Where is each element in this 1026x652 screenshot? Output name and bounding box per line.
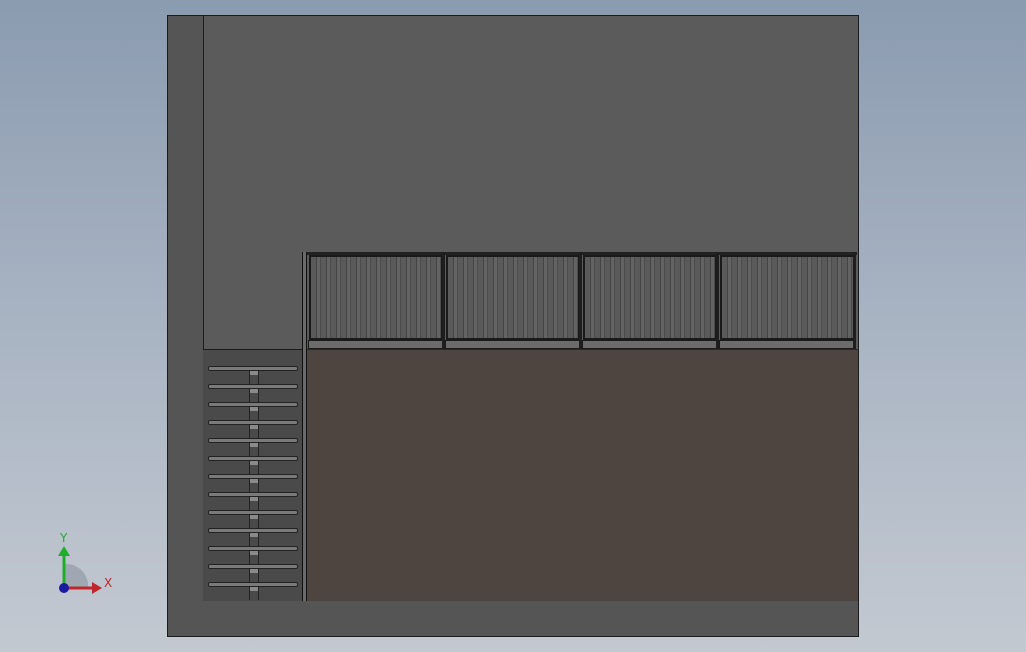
railing-post xyxy=(442,252,445,349)
left-column xyxy=(167,15,204,637)
stair-tread xyxy=(208,492,298,497)
stair-tread xyxy=(208,366,298,371)
stair-tread xyxy=(208,420,298,425)
railing-panel xyxy=(446,255,580,340)
railing-post xyxy=(853,252,856,349)
stair-tread xyxy=(208,564,298,569)
railing-post xyxy=(579,252,582,349)
stair-tread xyxy=(208,510,298,515)
railing-kickplate xyxy=(582,340,718,349)
railing-panel xyxy=(583,255,717,340)
mezzanine-floor xyxy=(307,349,859,601)
y-axis-label: Y xyxy=(60,531,68,545)
stair-tread xyxy=(208,384,298,389)
stair-tread xyxy=(208,456,298,461)
railing-kickplate xyxy=(445,340,581,349)
stair-tread xyxy=(208,438,298,443)
stair-tread xyxy=(208,546,298,551)
railing-post xyxy=(716,252,719,349)
stair-tread xyxy=(208,582,298,587)
bottom-slab xyxy=(203,600,859,637)
railing-kickplate xyxy=(308,340,444,349)
coordinate-triad-icon[interactable]: Y X xyxy=(40,530,120,600)
railing-panel xyxy=(720,255,855,340)
x-axis-label: X xyxy=(104,576,113,590)
graphics-viewport[interactable]: Y X xyxy=(0,0,1026,652)
stair-tread xyxy=(208,402,298,407)
stair-tread xyxy=(208,474,298,479)
railing-kickplate xyxy=(719,340,856,349)
support-post xyxy=(302,252,307,601)
stair-tread xyxy=(208,528,298,533)
railing-panel xyxy=(309,255,443,340)
